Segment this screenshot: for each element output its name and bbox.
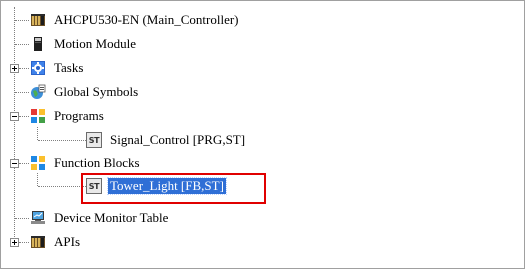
tree-item-tower-light[interactable]: ST Tower_Light [FB,ST] bbox=[86, 175, 227, 197]
st-icon: ST bbox=[86, 178, 102, 194]
tree-connector bbox=[19, 68, 29, 69]
apis-icon bbox=[30, 234, 46, 250]
tree-item-controller[interactable]: AHCPU530-EN (Main_Controller) bbox=[30, 9, 241, 31]
tree-connector bbox=[15, 44, 29, 45]
expand-tasks-toggle[interactable] bbox=[10, 64, 19, 73]
tree-item-label: Function Blocks bbox=[54, 155, 140, 170]
tree-item-label: Tower_Light [FB,ST] bbox=[107, 177, 227, 195]
tree-item-label: Global Symbols bbox=[54, 84, 139, 99]
tree-connector bbox=[19, 242, 29, 243]
tree-item-function-blocks[interactable]: Function Blocks bbox=[30, 152, 142, 174]
collapse-programs-toggle[interactable] bbox=[10, 112, 19, 121]
tree-item-motion-module[interactable]: Motion Module bbox=[30, 33, 138, 55]
tree-item-signal-control[interactable]: ST Signal_Control [PRG,ST] bbox=[86, 129, 247, 151]
tree-connector bbox=[38, 140, 86, 141]
tree-connector bbox=[19, 116, 29, 117]
tree-item-label: AHCPU530-EN (Main_Controller) bbox=[54, 12, 239, 27]
programs-icon bbox=[30, 108, 46, 124]
tree-item-apis[interactable]: APIs bbox=[30, 231, 82, 253]
collapse-function-blocks-toggle[interactable] bbox=[10, 159, 19, 168]
tree-item-label: Programs bbox=[54, 108, 104, 123]
tree-item-tasks[interactable]: Tasks bbox=[30, 57, 85, 79]
tree-item-label: Device Monitor Table bbox=[54, 210, 169, 225]
function-blocks-icon bbox=[30, 155, 46, 171]
project-tree-panel: AHCPU530-EN (Main_Controller) Motion Mod… bbox=[0, 0, 525, 269]
tree-connector bbox=[19, 163, 29, 164]
tree-connector bbox=[37, 127, 38, 140]
tree-connector bbox=[15, 92, 29, 93]
tree-item-label: APIs bbox=[54, 234, 81, 249]
project-tree: AHCPU530-EN (Main_Controller) Motion Mod… bbox=[1, 1, 524, 268]
tree-item-programs[interactable]: Programs bbox=[30, 105, 106, 127]
module-icon bbox=[30, 36, 46, 52]
tree-item-label: Tasks bbox=[54, 60, 84, 75]
tree-connector bbox=[38, 186, 86, 187]
tree-item-label: Motion Module bbox=[54, 36, 136, 51]
tree-item-label: Signal_Control [PRG,ST] bbox=[110, 132, 246, 147]
plc-controller-icon bbox=[30, 12, 46, 28]
tree-connector bbox=[15, 218, 29, 219]
tree-connector bbox=[37, 173, 38, 186]
device-monitor-icon bbox=[30, 210, 46, 226]
expand-apis-toggle[interactable] bbox=[10, 238, 19, 247]
st-icon: ST bbox=[86, 132, 102, 148]
global-symbols-icon bbox=[30, 84, 46, 100]
tree-connector bbox=[14, 7, 15, 243]
tree-item-global-symbols[interactable]: Global Symbols bbox=[30, 81, 140, 103]
tree-connector bbox=[15, 20, 29, 21]
tasks-icon bbox=[30, 60, 46, 76]
tree-item-device-monitor-table[interactable]: Device Monitor Table bbox=[30, 207, 170, 229]
